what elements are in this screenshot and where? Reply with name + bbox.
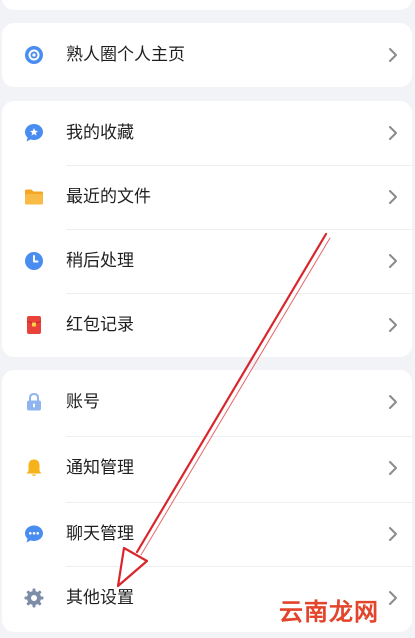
menu-item-notifications[interactable]: 通知管理	[2, 436, 412, 500]
menu-item-label: 最近的文件	[66, 187, 151, 207]
menu-item-label: 通知管理	[66, 458, 134, 478]
menu-item-label: 稍后处理	[66, 251, 134, 271]
menu-item-chat-management[interactable]: 聊天管理	[2, 502, 412, 566]
chevron-right-icon	[389, 318, 397, 332]
menu-item-label: 红包记录	[66, 315, 134, 335]
menu-item-label: 熟人圈个人主页	[66, 45, 185, 65]
menu-item-label: 聊天管理	[66, 524, 134, 544]
menu-item-later[interactable]: 稍后处理	[2, 229, 412, 293]
folder-icon	[25, 189, 43, 205]
menu-item-account[interactable]: 账号	[2, 370, 412, 434]
chevron-right-icon	[389, 527, 397, 541]
clock-icon	[25, 252, 43, 270]
menu-item-profile[interactable]: 熟人圈个人主页	[2, 23, 412, 87]
chevron-right-icon	[389, 48, 397, 62]
chevron-right-icon	[389, 395, 397, 409]
bell-icon	[26, 459, 42, 476]
chevron-right-icon	[389, 126, 397, 140]
menu-group-1: 熟人圈个人主页	[2, 23, 412, 87]
red-envelope-icon	[26, 316, 42, 334]
menu-group-2: 我的收藏 最近的文件 稍后处理 红包记录	[2, 101, 412, 357]
menu-item-favorites[interactable]: 我的收藏	[2, 101, 412, 165]
menu-item-label: 其他设置	[66, 588, 134, 608]
star-bubble-icon	[25, 124, 43, 142]
top-card-partial	[2, 0, 412, 10]
watermark-logo: 云南龙网	[279, 597, 379, 626]
menu-item-label: 我的收藏	[66, 123, 134, 143]
chevron-right-icon	[389, 254, 397, 268]
chevron-right-icon	[389, 190, 397, 204]
chat-bubble-icon	[25, 525, 43, 543]
menu-item-red-envelope[interactable]: 红包记录	[2, 293, 412, 357]
menu-item-label: 账号	[66, 392, 100, 412]
circle-profile-icon	[25, 46, 43, 64]
chevron-right-icon	[389, 591, 397, 605]
gear-icon	[24, 588, 44, 608]
lock-icon	[27, 392, 41, 411]
menu-item-recent-files[interactable]: 最近的文件	[2, 165, 412, 229]
chevron-right-icon	[389, 461, 397, 475]
